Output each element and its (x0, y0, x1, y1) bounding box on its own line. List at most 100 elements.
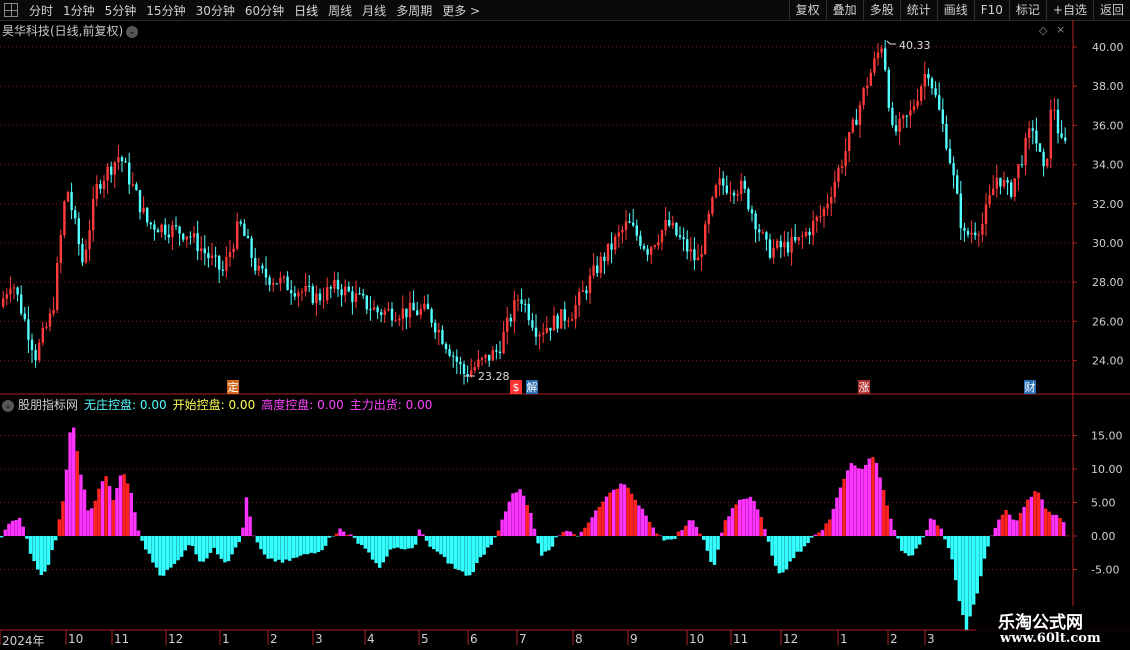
indicator-bar (504, 511, 508, 536)
candle-body (455, 356, 458, 362)
candle-body (884, 48, 887, 70)
indicator-bar (126, 483, 130, 536)
candle-body (200, 248, 203, 252)
candle-body (563, 309, 566, 321)
indicator-bar (507, 501, 511, 536)
indicator-bar (453, 536, 457, 569)
candle-body (804, 231, 808, 236)
watermark: 乐淘公式网 www.60lt.com (976, 606, 1130, 650)
indicator-bar (572, 534, 576, 536)
indicator-bar (338, 528, 342, 536)
indicator-bar (439, 536, 443, 555)
indicator-bar (57, 519, 61, 536)
indicator-bar (651, 527, 655, 536)
indicator-bar (925, 529, 929, 536)
indicator-bar (896, 536, 900, 539)
indicator-bar (478, 536, 483, 558)
candle-body (581, 290, 584, 292)
indicator-bar (363, 536, 367, 549)
candle-body (909, 110, 912, 116)
candle-body (153, 224, 156, 230)
candle-body (210, 255, 214, 258)
candle-body (156, 229, 160, 233)
candle-body (567, 320, 570, 322)
candle-body (257, 265, 260, 271)
candle-body (628, 221, 631, 223)
indicator-tick-label: 0.00 (1091, 530, 1116, 543)
candle-body (441, 330, 444, 344)
indicator-bar (414, 536, 418, 545)
indicator-bar (93, 500, 97, 536)
indicator-bar (525, 505, 529, 536)
indicator-bar (1040, 499, 1044, 536)
candle-body (480, 357, 484, 360)
indicator-bar (543, 536, 547, 552)
indicator-bar (928, 518, 933, 536)
candle-body (282, 276, 286, 278)
candle-body (891, 107, 894, 126)
indicator-bar (75, 451, 79, 536)
indicator-bar (900, 536, 904, 551)
candle-body (970, 232, 973, 235)
candle-body (833, 181, 836, 198)
candle-body (146, 207, 149, 223)
indicator-bar (918, 536, 922, 545)
candle-body (916, 100, 919, 107)
candle-body (416, 310, 419, 315)
indicator-bar (936, 525, 940, 536)
indicator-bar (259, 536, 263, 550)
candle-body (160, 224, 163, 233)
candle-body (311, 286, 314, 304)
price-tick-label: 36.00 (1092, 119, 1124, 132)
candle-body (333, 279, 336, 289)
candle-body (102, 180, 106, 189)
candle-body (959, 193, 962, 229)
indicator-bar (450, 536, 454, 564)
candle-body (300, 291, 304, 293)
date-label: 10 (689, 632, 705, 646)
indicator-bar (334, 533, 339, 536)
candle-body (574, 305, 577, 320)
price-tick-label: 32.00 (1092, 198, 1124, 211)
candle-body (452, 355, 455, 357)
candle-body (326, 287, 329, 301)
candle-body (344, 286, 347, 296)
candle-body (318, 293, 322, 301)
indicator-tick-label: 15.00 (1091, 430, 1123, 443)
indicator-bar (147, 536, 151, 554)
indicator-bar (792, 536, 796, 559)
candle-body (405, 308, 408, 318)
indicator-bar (313, 536, 317, 554)
indicator-bar (619, 483, 623, 536)
candle-body (668, 219, 671, 226)
candle-body (686, 239, 689, 252)
candle-body (117, 157, 120, 163)
candle-body (642, 245, 646, 249)
candle-body (351, 291, 354, 302)
candle-body (588, 275, 592, 294)
candle-body (952, 163, 955, 176)
candle-body (279, 277, 282, 284)
candle-body (286, 276, 289, 291)
indicator-bar (7, 523, 11, 536)
indicator-bar (856, 468, 861, 536)
candle-body (66, 191, 70, 202)
indicator-bar (482, 536, 486, 555)
candle-body (711, 197, 714, 214)
indicator-bar (50, 536, 54, 551)
indicator-bar (79, 474, 83, 536)
indicator-bar (972, 536, 976, 605)
indicator-bar (853, 465, 857, 536)
candle-body (264, 268, 268, 278)
indicator-bar (424, 536, 429, 541)
candle-body (268, 277, 271, 285)
candle-body (988, 195, 991, 205)
candle-body (801, 235, 804, 238)
candle-body (635, 225, 638, 236)
candle-body (855, 119, 858, 125)
indicator-bar (932, 519, 936, 536)
candle-body (790, 236, 793, 253)
chevron-down-icon[interactable]: ⌄ (2, 399, 14, 412)
indicator-bar (1000, 514, 1005, 536)
event-marker-label: 解 (527, 380, 538, 394)
